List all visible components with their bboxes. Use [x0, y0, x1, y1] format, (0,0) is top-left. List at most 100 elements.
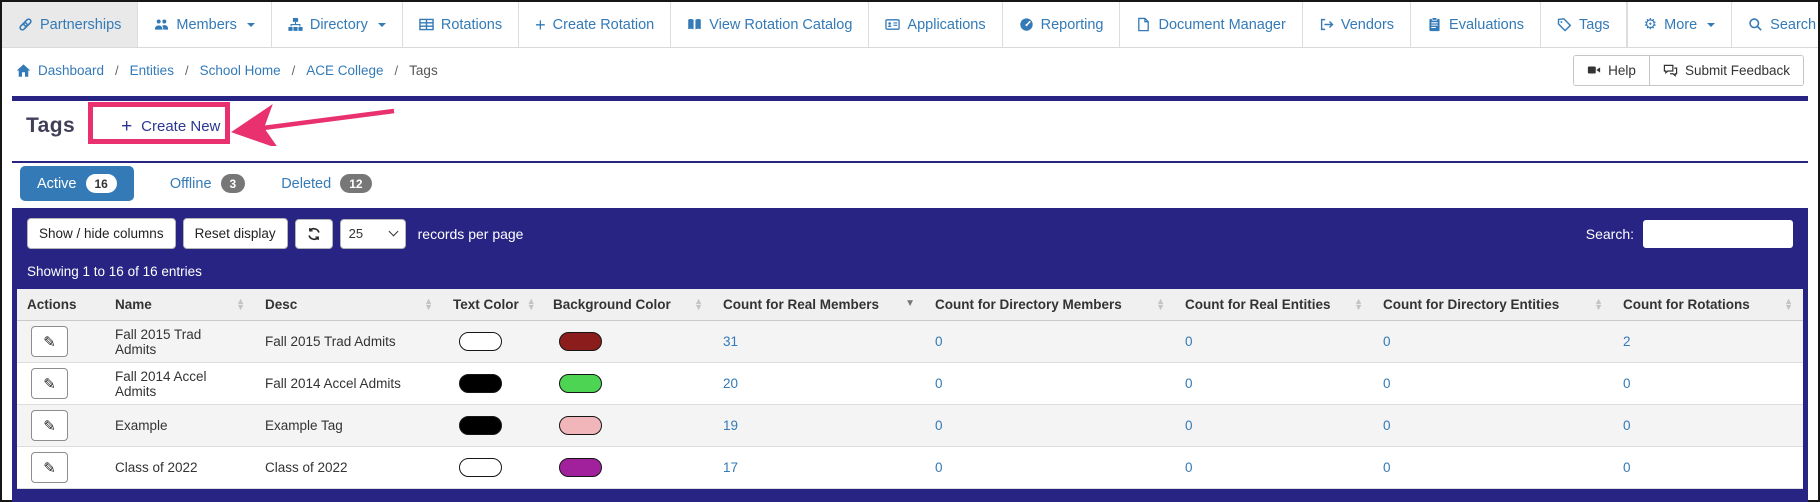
- breadcrumb-entities[interactable]: Entities: [130, 63, 174, 78]
- nav-item-view-rotation-catalog[interactable]: View Rotation Catalog: [671, 2, 870, 47]
- nav-item-document-manager[interactable]: Document Manager: [1120, 2, 1303, 47]
- sitemap-icon: [288, 17, 303, 32]
- col-header-text-color[interactable]: Text Color ▲ ▼: [443, 289, 543, 321]
- nav-item-rotations[interactable]: Rotations: [403, 2, 520, 47]
- count-directory-members-link[interactable]: 0: [935, 376, 943, 391]
- tab-offline[interactable]: Offline 3: [170, 166, 246, 201]
- tag-desc: Fall 2015 Trad Admits: [255, 320, 443, 363]
- show-hide-columns-button[interactable]: Show / hide columns: [27, 218, 176, 249]
- count-rotations-link[interactable]: 2: [1623, 334, 1631, 349]
- count-directory-entities-link[interactable]: 0: [1383, 334, 1391, 349]
- col-header-count-real-members[interactable]: Count for Real Members ▼: [713, 289, 925, 321]
- sort-icon[interactable]: ▲ ▼: [228, 297, 245, 311]
- search-input[interactable]: [1643, 219, 1793, 248]
- count-real-entities-link[interactable]: 0: [1185, 418, 1193, 433]
- tab-deleted[interactable]: Deleted 12: [281, 166, 372, 201]
- table-section: Show / hide columns Reset display 25 rec…: [12, 208, 1808, 502]
- count-rotations-link[interactable]: 0: [1623, 418, 1631, 433]
- col-header-background-color[interactable]: Background Color ▲ ▼: [543, 289, 713, 321]
- sort-icon[interactable]: ▲ ▼: [1346, 297, 1363, 311]
- nav-item-applications[interactable]: Applications: [869, 2, 1003, 47]
- id-card-icon: [885, 17, 901, 32]
- nav-label: Directory: [309, 16, 368, 33]
- col-header-name[interactable]: Name ▲ ▼: [105, 289, 255, 321]
- showing-entries-text: Showing 1 to 16 of 16 entries: [27, 264, 202, 279]
- nav-item-vendors[interactable]: Vendors: [1303, 2, 1412, 47]
- count-real-entities-link[interactable]: 0: [1185, 334, 1193, 349]
- count-real-members-link[interactable]: 17: [723, 460, 738, 475]
- nav-label: Vendors: [1340, 16, 1395, 33]
- sort-icon[interactable]: ▲ ▼: [686, 297, 703, 311]
- table-search: Search:: [1586, 219, 1793, 248]
- nav-label: Evaluations: [1449, 16, 1525, 33]
- tab-active-count-badge: 16: [85, 174, 117, 193]
- count-rotations-link[interactable]: 0: [1623, 460, 1631, 475]
- count-directory-members-link[interactable]: 0: [935, 334, 943, 349]
- count-directory-members-link[interactable]: 0: [935, 418, 943, 433]
- gear-icon: ⚙: [1643, 16, 1658, 33]
- sort-icon[interactable]: ▲ ▼: [416, 297, 433, 311]
- nav-item-search[interactable]: Search: [1732, 2, 1820, 47]
- col-header-desc[interactable]: Desc ▲ ▼: [255, 289, 443, 321]
- page-header: Tags + Create New: [12, 101, 1808, 163]
- nav-item-more[interactable]: ⚙ More: [1628, 2, 1733, 47]
- text-color-swatch: [459, 374, 502, 393]
- col-header-count-rotations[interactable]: Count for Rotations ▲ ▼: [1613, 289, 1803, 321]
- col-header-count-directory-entities[interactable]: Count for Directory Entities ▲ ▼: [1373, 289, 1613, 321]
- clipboard-icon: [1427, 17, 1442, 32]
- tag-name: Example: [105, 404, 255, 447]
- edit-tag-button[interactable]: ✎: [31, 368, 68, 399]
- col-header-count-real-entities[interactable]: Count for Real Entities ▲ ▼: [1175, 289, 1373, 321]
- submit-feedback-button[interactable]: Submit Feedback: [1648, 55, 1803, 85]
- file-icon: [1136, 17, 1151, 32]
- edit-tag-button[interactable]: ✎: [31, 410, 68, 441]
- nav-item-members[interactable]: Members: [138, 2, 272, 47]
- count-real-entities-link[interactable]: 0: [1185, 376, 1193, 391]
- count-directory-entities-link[interactable]: 0: [1383, 418, 1391, 433]
- breadcrumb-separator: /: [184, 62, 189, 78]
- count-directory-entities-link[interactable]: 0: [1383, 460, 1391, 475]
- tag-name: Fall 2014 Accel Admits: [105, 362, 255, 405]
- table-row: ✎ Class of 2022 Class of 2022 17 0 0 0 0: [17, 446, 1803, 489]
- chevron-down-icon: [388, 226, 399, 237]
- sort-icon[interactable]: ▲ ▼: [519, 297, 536, 311]
- nav-label: Tags: [1579, 16, 1610, 33]
- nav-item-reporting[interactable]: Reporting: [1003, 2, 1121, 47]
- nav-item-evaluations[interactable]: Evaluations: [1411, 2, 1542, 47]
- col-header-count-directory-members[interactable]: Count for Directory Members ▲ ▼: [925, 289, 1175, 321]
- background-color-swatch: [559, 458, 602, 477]
- tab-active[interactable]: Active 16: [20, 166, 134, 201]
- top-nav: Partnerships Members Directory Rotations…: [2, 2, 1818, 48]
- breadcrumb-ace-college[interactable]: ACE College: [306, 63, 383, 78]
- reset-display-button[interactable]: Reset display: [182, 218, 288, 249]
- page-size-select[interactable]: 25: [339, 218, 406, 249]
- count-rotations-link[interactable]: 0: [1623, 376, 1631, 391]
- sort-icon[interactable]: ▼: [897, 299, 915, 309]
- nav-item-create-rotation[interactable]: + Create Rotation: [519, 2, 672, 47]
- sort-icon[interactable]: ▲ ▼: [1586, 297, 1603, 311]
- tag-name: Fall 2015 Trad Admits: [105, 320, 255, 363]
- nav-label: Partnerships: [40, 16, 122, 33]
- sort-icon[interactable]: ▲ ▼: [1776, 297, 1793, 311]
- col-header-actions: Actions: [17, 289, 105, 321]
- count-real-members-link[interactable]: 20: [723, 376, 738, 391]
- breadcrumb-dashboard[interactable]: Dashboard: [16, 63, 104, 78]
- breadcrumb-school-home[interactable]: School Home: [200, 63, 281, 78]
- count-real-members-link[interactable]: 31: [723, 334, 738, 349]
- count-real-entities-link[interactable]: 0: [1185, 460, 1193, 475]
- refresh-button[interactable]: [294, 218, 333, 249]
- create-new-button[interactable]: + Create New: [121, 117, 220, 136]
- tag-desc: Example Tag: [255, 404, 443, 447]
- nav-item-directory[interactable]: Directory: [272, 2, 403, 47]
- edit-tag-button[interactable]: ✎: [31, 326, 68, 357]
- nav-item-partnerships[interactable]: Partnerships: [2, 2, 139, 47]
- help-button[interactable]: Help: [1574, 55, 1649, 85]
- nav-label: Reporting: [1040, 16, 1104, 33]
- count-directory-entities-link[interactable]: 0: [1383, 376, 1391, 391]
- page-title: Tags: [26, 114, 76, 137]
- nav-item-tags[interactable]: Tags: [1541, 2, 1627, 47]
- edit-tag-button[interactable]: ✎: [31, 452, 68, 483]
- sort-icon[interactable]: ▲ ▼: [1148, 297, 1165, 311]
- count-real-members-link[interactable]: 19: [723, 418, 738, 433]
- count-directory-members-link[interactable]: 0: [935, 460, 943, 475]
